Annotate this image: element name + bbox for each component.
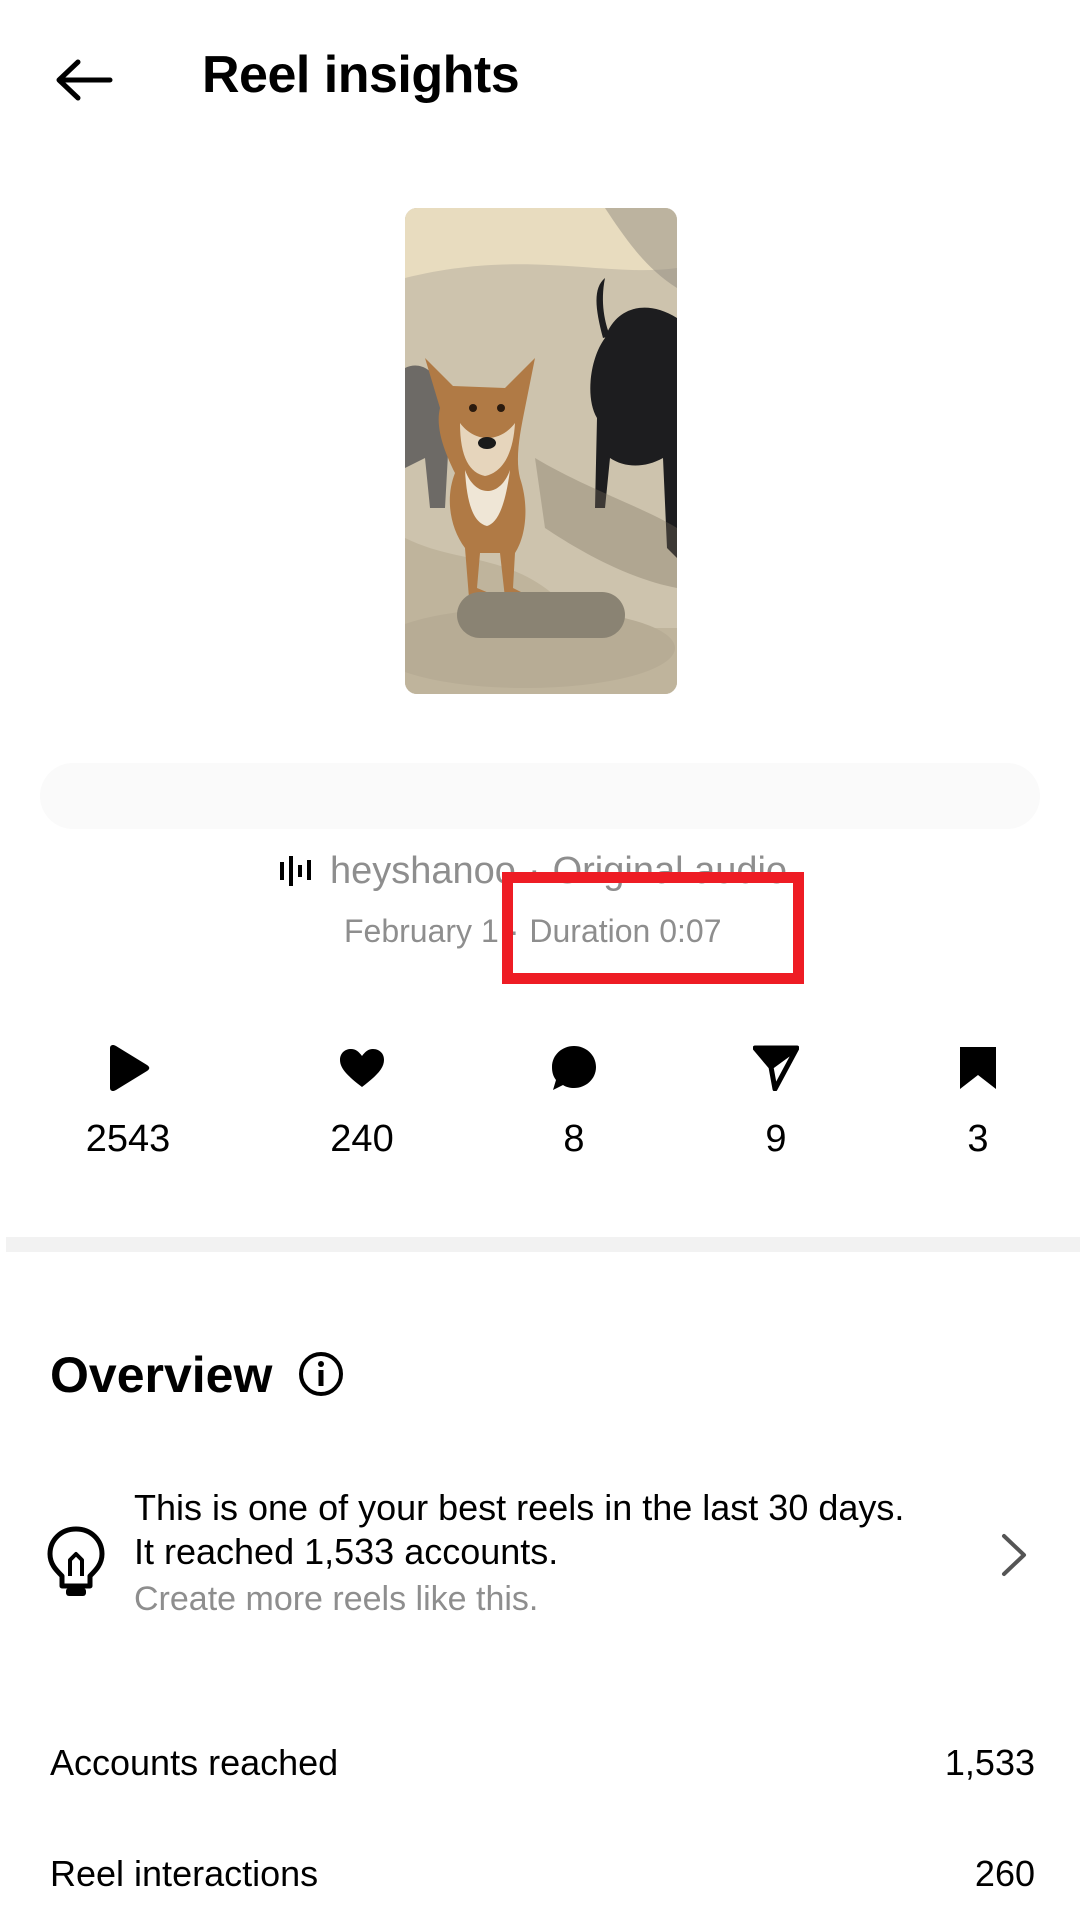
stat-comments: 8: [484, 1040, 664, 1162]
stat-plays: 2543: [38, 1040, 218, 1162]
insight-cta[interactable]: Create more reels like this.: [134, 1578, 538, 1620]
send-icon: [753, 1040, 799, 1096]
comment-icon: [551, 1040, 597, 1096]
chevron-right-icon: [996, 1532, 1030, 1578]
metric-label-accounts-reached: Accounts reached: [50, 1742, 339, 1783]
reel-date: February 1: [344, 912, 499, 949]
metric-value-accounts-reached: 1,533: [944, 1742, 1035, 1783]
insight-text-line1: This is one of your best reels in the la…: [134, 1487, 905, 1528]
reel-thumbnail[interactable]: [405, 208, 677, 694]
best-reel-insight[interactable]: This is one of your best reels in the la…: [40, 1480, 1040, 1630]
caption-placeholder: [40, 763, 1040, 829]
stat-value: 2543: [85, 1118, 171, 1160]
stat-shares: 9: [686, 1040, 866, 1162]
audio-waveform-icon: [278, 856, 314, 886]
metric-value-reel-interactions: 260: [974, 1853, 1035, 1894]
reel-thumbnail-image: [405, 208, 677, 694]
overview-title: Overview: [50, 1347, 273, 1403]
audio-username: heyshanoo: [330, 849, 516, 892]
page-title: Reel insights: [202, 46, 520, 104]
insight-text-line2: It reached 1,533 accounts.: [134, 1531, 559, 1572]
arrow-left-icon: [56, 59, 113, 101]
bookmark-icon: [958, 1040, 998, 1096]
section-divider: [6, 1237, 1080, 1252]
highlight-box: [502, 872, 804, 984]
stat-value: 9: [765, 1118, 787, 1160]
stat-value: 3: [967, 1118, 989, 1160]
metric-label-reel-interactions: Reel interactions: [50, 1853, 319, 1894]
stat-value: 8: [563, 1118, 585, 1160]
info-icon[interactable]: [298, 1351, 344, 1397]
play-icon: [106, 1040, 150, 1096]
stat-saves: 3: [888, 1040, 1068, 1162]
heart-icon: [339, 1040, 385, 1096]
stat-likes: 240: [272, 1040, 452, 1162]
stat-value: 240: [330, 1118, 394, 1160]
back-button[interactable]: [44, 40, 124, 120]
lightbulb-icon: [46, 1526, 106, 1598]
